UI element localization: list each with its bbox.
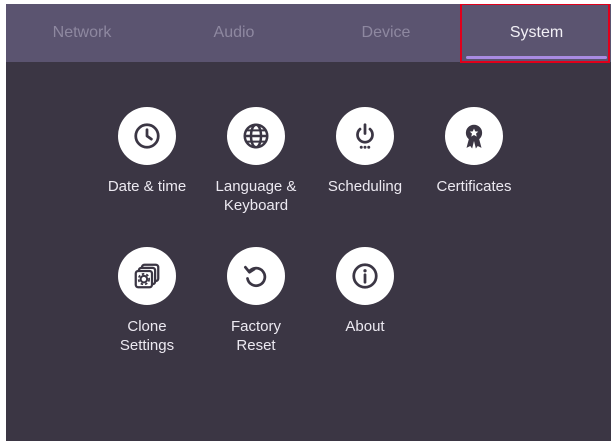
factory-reset-icon-circle <box>227 247 285 305</box>
tab-bar: Network Audio Device System <box>6 4 611 63</box>
clone-settings-icon-circle <box>118 247 176 305</box>
tab-device-label: Device <box>361 24 411 41</box>
certificates-icon-circle <box>445 107 503 165</box>
factory-reset-label: Factory Reset <box>230 318 281 354</box>
date-time-label: Date & time <box>107 178 187 195</box>
clone-settings-label: Clone Settings <box>119 318 175 354</box>
certificates-label: Certificates <box>436 178 512 195</box>
date-time-icon-circle <box>118 107 176 165</box>
clock-icon <box>134 123 160 149</box>
globe-icon <box>243 123 269 149</box>
scheduling-label: Scheduling <box>327 178 403 195</box>
power-schedule-icon <box>356 123 374 149</box>
tab-network-label: Network <box>52 24 112 41</box>
settings-screen: Network Audio Device System Date & time <box>6 4 611 441</box>
certificates-tile[interactable]: Certificates <box>419 107 529 196</box>
factory-reset-tile[interactable]: Factory Reset <box>201 247 311 355</box>
tab-device[interactable]: Device <box>310 4 462 62</box>
info-icon <box>352 263 378 289</box>
language-keyboard-icon-circle <box>227 107 285 165</box>
date-time-tile[interactable]: Date & time <box>92 107 202 196</box>
about-icon-circle <box>336 247 394 305</box>
tab-system[interactable]: System <box>462 4 611 62</box>
language-keyboard-label: Language & Keyboard <box>215 178 297 214</box>
clone-settings-tile[interactable]: Clone Settings <box>92 247 202 355</box>
about-label: About <box>345 318 385 335</box>
reset-icon <box>244 265 267 288</box>
about-tile[interactable]: About <box>310 247 420 336</box>
scheduling-tile[interactable]: Scheduling <box>310 107 420 196</box>
tab-audio[interactable]: Audio <box>158 4 310 62</box>
language-keyboard-tile[interactable]: Language & Keyboard <box>201 107 311 215</box>
tab-audio-label: Audio <box>213 24 255 41</box>
certificate-badge-icon <box>465 124 483 149</box>
clone-settings-icon <box>134 263 160 289</box>
scheduling-icon-circle <box>336 107 394 165</box>
tab-system-label: System <box>509 24 564 41</box>
tab-network[interactable]: Network <box>6 4 158 62</box>
active-tab-indicator <box>466 56 607 59</box>
